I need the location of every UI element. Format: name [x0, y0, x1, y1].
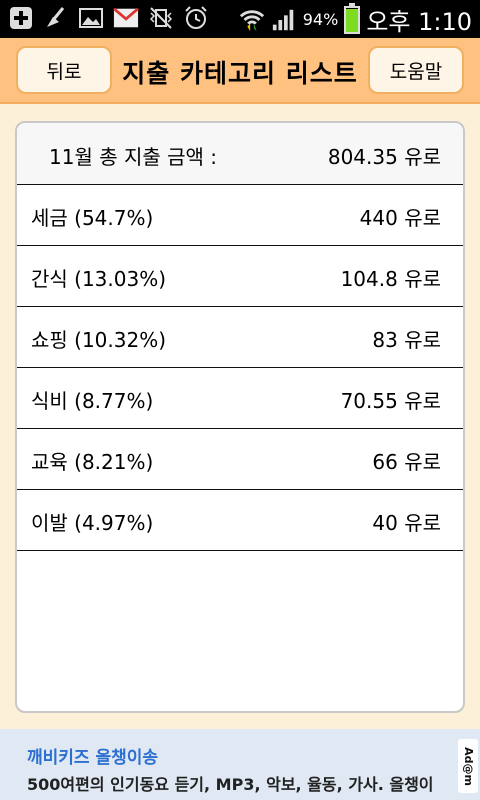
total-row: 11월 총 지출 금액 : 804.35 유로: [17, 123, 463, 185]
category-name: 식비 (8.77%): [31, 389, 154, 413]
category-list: 11월 총 지출 금액 : 804.35 유로 세금 (54.7%) 440 유…: [15, 121, 465, 713]
category-amount: 40 유로: [372, 511, 441, 535]
title-bar: 뒤로 지출 카테고리 리스트 도움말: [0, 38, 480, 104]
no-vibrate-icon: [148, 5, 174, 31]
total-label: 11월 총 지출 금액 :: [49, 145, 218, 169]
category-amount: 70.55 유로: [340, 389, 441, 413]
battery-level: [346, 8, 359, 32]
system-status: 94% 오후 1:10: [239, 2, 472, 37]
total-value: 804.35 유로: [327, 145, 441, 169]
category-amount: 440 유로: [359, 206, 441, 230]
ad-logo-text: Ad@m: [461, 746, 475, 786]
image-icon: [78, 5, 104, 31]
broom-icon: [43, 5, 69, 31]
ad-title[interactable]: 깨비키즈 올챙이송: [27, 743, 158, 768]
clock: 오후 1:10: [366, 8, 472, 36]
page-title: 지출 카테고리 리스트: [122, 59, 358, 88]
category-name: 이발 (4.97%): [31, 511, 154, 535]
category-amount: 104.8 유로: [340, 267, 441, 291]
list-item[interactable]: 세금 (54.7%) 440 유로: [17, 185, 463, 246]
list-item[interactable]: 이발 (4.97%) 40 유로: [17, 490, 463, 551]
add-icon: [8, 5, 34, 31]
category-name: 세금 (54.7%): [31, 206, 154, 230]
category-name: 쇼핑 (10.32%): [31, 328, 167, 352]
back-button[interactable]: 뒤로: [16, 46, 112, 94]
battery-icon: [344, 2, 361, 34]
battery-percent: 94%: [302, 10, 339, 29]
signal-icon: [271, 7, 297, 33]
alarm-icon: [183, 5, 209, 31]
ad-logo[interactable]: Ad@m: [458, 739, 478, 793]
category-amount: 66 유로: [372, 450, 441, 474]
category-name: 교육 (8.21%): [31, 450, 154, 474]
list-item[interactable]: 간식 (13.03%) 104.8 유로: [17, 246, 463, 307]
category-rows: 세금 (54.7%) 440 유로 간식 (13.03%) 104.8 유로 쇼…: [17, 185, 463, 551]
wifi-icon: [239, 7, 265, 33]
notification-icons: [8, 5, 209, 31]
ad-banner[interactable]: 깨비키즈 올챙이송 500여편의 인기동요 듣기, MP3, 악보, 율동, 가…: [0, 729, 480, 800]
gmail-icon: [113, 5, 139, 31]
ad-description[interactable]: 500여편의 인기동요 듣기, MP3, 악보, 율동, 가사. 올챙이: [27, 771, 434, 795]
list-item[interactable]: 식비 (8.77%) 70.55 유로: [17, 368, 463, 429]
category-name: 간식 (13.03%): [31, 267, 167, 291]
status-bar: 94% 오후 1:10: [0, 0, 480, 38]
category-amount: 83 유로: [372, 328, 441, 352]
list-item[interactable]: 교육 (8.21%) 66 유로: [17, 429, 463, 490]
help-button[interactable]: 도움말: [368, 46, 464, 94]
list-item[interactable]: 쇼핑 (10.32%) 83 유로: [17, 307, 463, 368]
